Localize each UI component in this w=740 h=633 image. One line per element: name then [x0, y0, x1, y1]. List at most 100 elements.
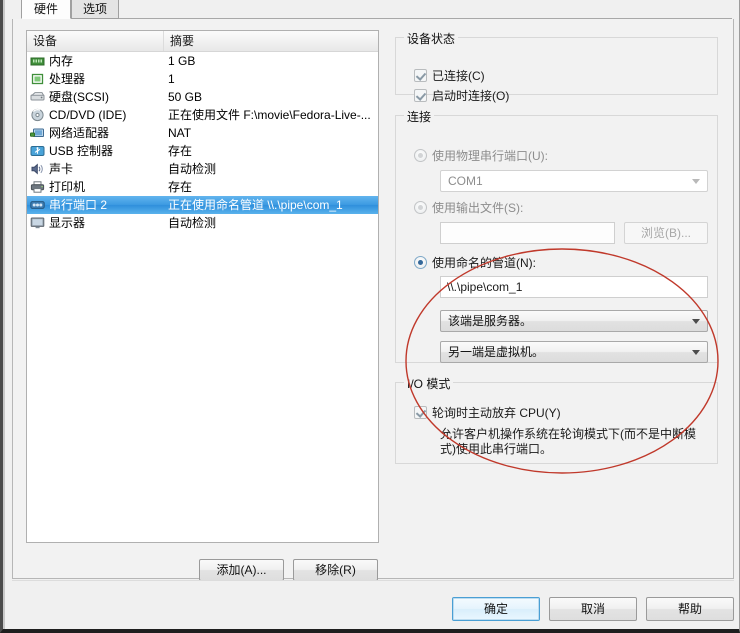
settings-pane: 设备 摘要 内存 1 GB 处理器 1 硬盘(SCSI) 50 GB CD/DVD (IDE…	[12, 19, 734, 581]
device-row[interactable]: 显示器 自动检测	[27, 214, 378, 232]
far-end-role-value: 另一端是虚拟机。	[448, 345, 545, 359]
dialog-footer: 确定 取消 帮助	[12, 580, 734, 625]
device-summary-cell: NAT	[168, 126, 192, 140]
io-mode-help-text: 允许客户机操作系统在轮询模式下(而不是中断模式)使用此串行端口。	[440, 427, 696, 456]
ok-button[interactable]: 确定	[452, 597, 540, 621]
tab-options[interactable]: 选项	[71, 0, 119, 19]
cancel-button[interactable]: 取消	[549, 597, 637, 621]
use-output-file-label: 使用输出文件(S):	[432, 201, 524, 215]
device-name-cell: 打印机	[27, 178, 164, 196]
chevron-down-icon	[692, 319, 700, 324]
device-rows: 内存 1 GB 处理器 1 硬盘(SCSI) 50 GB CD/DVD (IDE) 正在使用文…	[27, 52, 378, 232]
device-row[interactable]: 内存 1 GB	[27, 52, 378, 70]
device-row[interactable]: 处理器 1	[27, 70, 378, 88]
vm-settings-window: 硬件 选项 设备 摘要 内存 1 GB 处理器 1 硬盘(SCSI) 50 GB CD/DV…	[0, 0, 740, 633]
connected-label: 已连接(C)	[432, 69, 485, 83]
device-row[interactable]: 网络适配器 NAT	[27, 124, 378, 142]
connect-at-poweron-label: 启动时连接(O)	[432, 89, 510, 103]
use-output-file-radio-row[interactable]: 使用输出文件(S):	[414, 199, 523, 216]
yield-cpu-label: 轮询时主动放弃 CPU(Y)	[432, 406, 561, 420]
help-button[interactable]: 帮助	[646, 597, 734, 621]
column-header-summary[interactable]: 摘要	[164, 31, 378, 51]
use-physical-port-radio[interactable]	[414, 149, 427, 162]
device-name-cell: 显示器	[27, 214, 164, 232]
device-name-cell: 声卡	[27, 160, 164, 178]
chevron-down-icon	[692, 179, 700, 184]
connect-at-poweron-checkbox-row[interactable]: 启动时连接(O)	[414, 87, 509, 104]
near-end-role-combo[interactable]: 该端是服务器。	[440, 310, 708, 332]
yield-cpu-checkbox-row[interactable]: 轮询时主动放弃 CPU(Y)	[414, 404, 561, 421]
device-summary-cell: 正在使用文件 F:\movie\Fedora-Live-...	[168, 108, 371, 122]
device-label: CD/DVD (IDE)	[49, 108, 127, 122]
device-summary-cell: 自动检测	[168, 162, 217, 176]
memory-icon	[30, 54, 45, 68]
device-name-cell: USB 控制器	[27, 142, 164, 160]
device-summary-cell: 存在	[168, 144, 193, 158]
device-summary-cell: 自动检测	[168, 216, 217, 230]
device-label: 内存	[49, 54, 74, 68]
use-output-file-radio[interactable]	[414, 201, 427, 214]
device-name-cell: 处理器	[27, 70, 164, 88]
device-name-cell: 硬盘(SCSI)	[27, 88, 164, 106]
use-named-pipe-label: 使用命名的管道(N):	[432, 256, 536, 270]
output-file-input[interactable]	[440, 222, 615, 244]
connect-at-poweron-checkbox[interactable]	[414, 89, 427, 102]
device-summary-cell: 正在使用命名管道 \\.\pipe\com_1	[168, 198, 343, 212]
device-label: USB 控制器	[49, 144, 114, 158]
use-named-pipe-radio-row[interactable]: 使用命名的管道(N):	[414, 254, 536, 271]
device-label: 打印机	[49, 180, 86, 194]
device-list-header: 设备 摘要	[27, 31, 378, 52]
device-row[interactable]: CD/DVD (IDE) 正在使用文件 F:\movie\Fedora-Live-…	[27, 106, 378, 124]
yield-cpu-checkbox[interactable]	[414, 406, 427, 419]
device-row[interactable]: 串行端口 2 正在使用命名管道 \\.\pipe\com_1	[27, 196, 378, 214]
device-row[interactable]: USB 控制器 存在	[27, 142, 378, 160]
device-label: 处理器	[49, 72, 86, 86]
io-mode-title: I/O 模式	[404, 375, 454, 392]
processor-icon	[30, 72, 45, 86]
device-label: 硬盘(SCSI)	[49, 90, 110, 104]
column-header-device[interactable]: 设备	[27, 31, 164, 51]
add-device-button[interactable]: 添加(A)...	[199, 559, 284, 581]
device-summary-cell: 存在	[168, 180, 193, 194]
sound-icon	[30, 162, 45, 176]
device-name-cell: CD/DVD (IDE)	[27, 106, 164, 124]
usb-icon	[30, 144, 45, 158]
use-physical-port-label: 使用物理串行端口(U):	[432, 149, 548, 163]
device-row[interactable]: 声卡 自动检测	[27, 160, 378, 178]
device-name-cell: 网络适配器	[27, 124, 164, 142]
far-end-role-combo[interactable]: 另一端是虚拟机。	[440, 341, 708, 363]
tab-strip: 硬件 选项	[12, 0, 732, 19]
device-name-cell: 串行端口 2	[27, 196, 164, 214]
device-summary-cell: 50 GB	[168, 90, 203, 104]
device-row[interactable]: 硬盘(SCSI) 50 GB	[27, 88, 378, 106]
harddisk-icon	[30, 90, 45, 104]
device-summary-cell: 1	[168, 72, 175, 86]
device-label: 串行端口 2	[49, 198, 108, 212]
connected-checkbox-row[interactable]: 已连接(C)	[414, 67, 485, 84]
use-physical-port-radio-row[interactable]: 使用物理串行端口(U):	[414, 147, 548, 164]
serialport-icon	[30, 198, 45, 212]
near-end-role-value: 该端是服务器。	[448, 314, 533, 328]
device-label: 显示器	[49, 216, 86, 230]
physical-port-value: COM1	[448, 174, 483, 188]
display-icon	[30, 216, 45, 230]
chevron-down-icon	[692, 350, 700, 355]
network-icon	[30, 126, 45, 140]
connection-title: 连接	[404, 108, 435, 125]
printer-icon	[30, 180, 45, 194]
tab-hardware[interactable]: 硬件	[21, 0, 71, 19]
device-status-title: 设备状态	[404, 30, 459, 47]
use-named-pipe-radio[interactable]	[414, 256, 427, 269]
device-row[interactable]: 打印机 存在	[27, 178, 378, 196]
tab-strip-filler	[119, 0, 732, 19]
device-label: 网络适配器	[49, 126, 110, 140]
device-list[interactable]: 设备 摘要 内存 1 GB 处理器 1 硬盘(SCSI) 50 GB CD/DVD (IDE…	[26, 30, 379, 543]
pipe-name-input[interactable]: \\.\pipe\com_1	[440, 276, 708, 298]
browse-button[interactable]: 浏览(B)...	[624, 222, 708, 244]
device-label: 声卡	[49, 162, 74, 176]
cddvd-icon	[30, 108, 45, 122]
physical-port-combo[interactable]: COM1	[440, 170, 708, 192]
connected-checkbox[interactable]	[414, 69, 427, 82]
device-summary-cell: 1 GB	[168, 54, 196, 68]
remove-device-button[interactable]: 移除(R)	[293, 559, 378, 581]
